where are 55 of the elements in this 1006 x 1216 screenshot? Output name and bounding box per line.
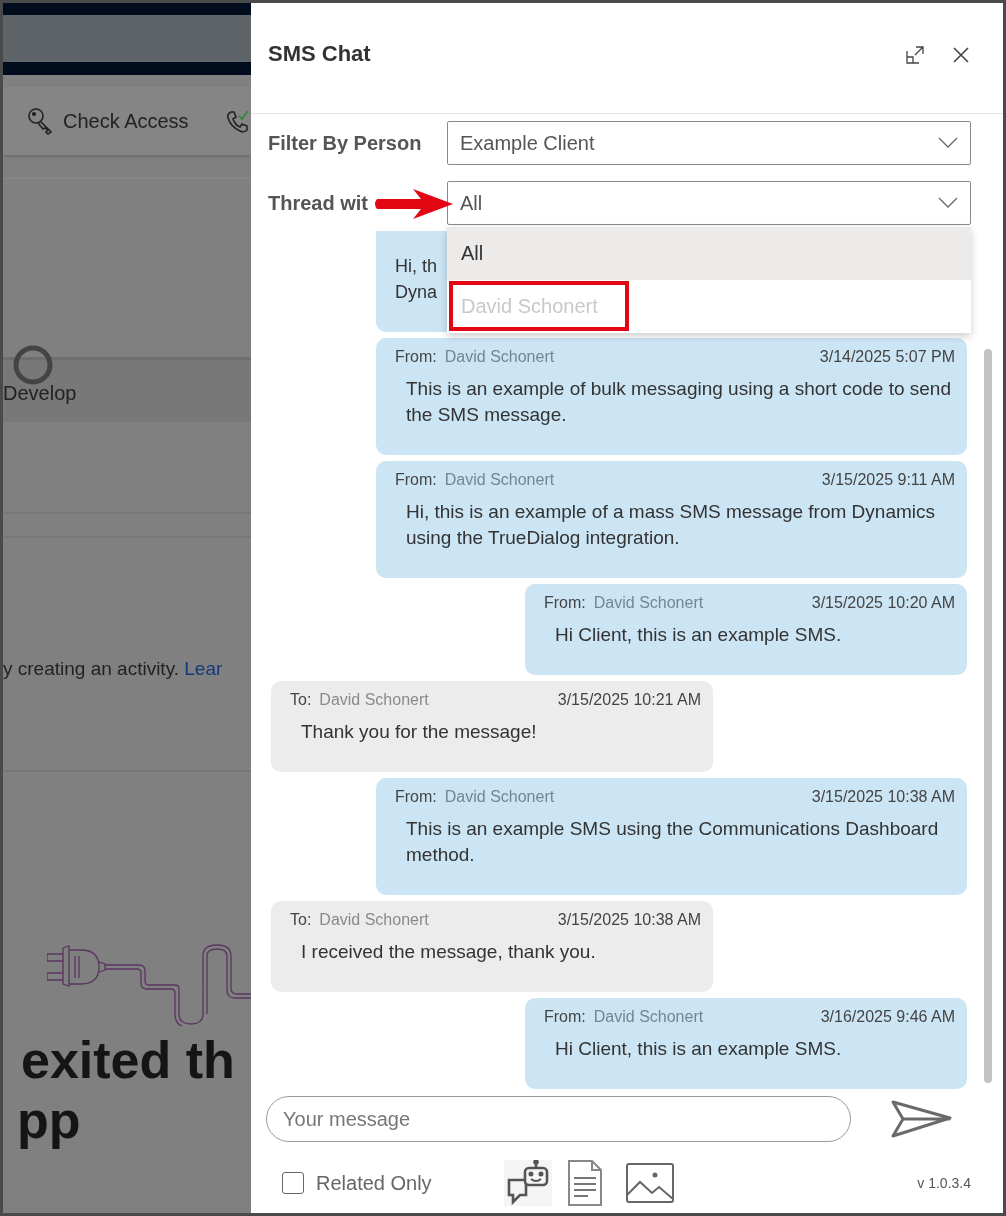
message-text: Hi Client, this is an example SMS. bbox=[554, 1037, 843, 1061]
contact-name: David Schonert bbox=[319, 910, 430, 930]
stage-circle-icon bbox=[12, 344, 54, 386]
message-time: 3/14/2025 5:07 PM bbox=[819, 347, 955, 367]
dropdown-select[interactable]: Example Client bbox=[447, 121, 971, 165]
panel-title: SMS Chat bbox=[268, 41, 372, 67]
filter-label: Filter By Person bbox=[268, 131, 422, 155]
message-time: 3/15/2025 10:38 AM bbox=[811, 787, 955, 807]
image-icon[interactable] bbox=[626, 1163, 674, 1203]
phone-check-icon bbox=[224, 108, 251, 134]
message-input[interactable]: Your message bbox=[266, 1096, 851, 1142]
document-icon[interactable] bbox=[568, 1160, 602, 1206]
contact-name: David Schonert bbox=[319, 690, 430, 710]
message-text: Hi, th Dyna bbox=[395, 255, 439, 304]
contact-name: David Schonert bbox=[593, 593, 705, 613]
toolbar-button[interactable]: Check Access bbox=[63, 109, 189, 133]
message-time: 3/15/2025 9:11 AM bbox=[821, 470, 955, 490]
direction-label: From: bbox=[395, 347, 437, 367]
direction-label: From: bbox=[395, 787, 437, 807]
chevron-down-icon bbox=[938, 197, 958, 209]
direction-label: From: bbox=[544, 593, 586, 613]
stage-label: Develop bbox=[3, 382, 78, 405]
message-text: This is an example SMS using the Communications Dashboard method. bbox=[405, 817, 940, 867]
chevron-down-icon bbox=[938, 137, 958, 149]
contact-name: David Schonert bbox=[593, 1007, 705, 1027]
message-text: I received the message, thank you. bbox=[300, 940, 597, 964]
message-text: This is an example of bulk messaging using a short code to send the SMS message. bbox=[405, 377, 952, 427]
message-time: 3/15/2025 10:38 AM bbox=[557, 910, 701, 930]
send-button[interactable] bbox=[891, 1099, 953, 1139]
contact-name: David Schonert bbox=[444, 470, 556, 490]
message-text: Hi Client, this is an example SMS. bbox=[554, 623, 843, 647]
heading-text: pp bbox=[17, 1090, 82, 1150]
message-time: 3/16/2025 9:46 AM bbox=[820, 1007, 955, 1027]
direction-label: From: bbox=[544, 1007, 586, 1027]
direction-label: To: bbox=[290, 690, 312, 710]
direction-label: From: bbox=[395, 470, 437, 490]
filter-label: Thread wit bbox=[268, 191, 368, 215]
close-icon bbox=[951, 45, 971, 65]
message-text: Hi, this is an example of a mass SMS message from Dynamics using the TrueDialog integration. bbox=[405, 500, 936, 550]
dropdown-select[interactable]: All bbox=[447, 181, 971, 225]
message-text: Thank you for the message! bbox=[300, 720, 538, 744]
message-time: 3/15/2025 10:21 AM bbox=[557, 690, 701, 710]
message-time: 3/15/2025 10:20 AM bbox=[811, 593, 955, 613]
version-label: v 1.0.3.4 bbox=[917, 1175, 971, 1191]
expand-icon bbox=[905, 45, 925, 65]
contact-name: David Schonert bbox=[444, 347, 556, 367]
contact-name: David Schonert bbox=[444, 787, 556, 807]
notice-text: y creating an activity. Lear bbox=[3, 658, 223, 680]
scrollbar[interactable] bbox=[984, 349, 992, 1083]
key-icon bbox=[27, 107, 53, 135]
chatbot-icon[interactable] bbox=[504, 1160, 552, 1206]
related-only-checkbox[interactable]: Related Only bbox=[282, 1171, 504, 1195]
direction-label: To: bbox=[290, 910, 312, 930]
dropdown-option[interactable]: All bbox=[447, 227, 971, 280]
heading-text: exited th bbox=[20, 1030, 236, 1090]
